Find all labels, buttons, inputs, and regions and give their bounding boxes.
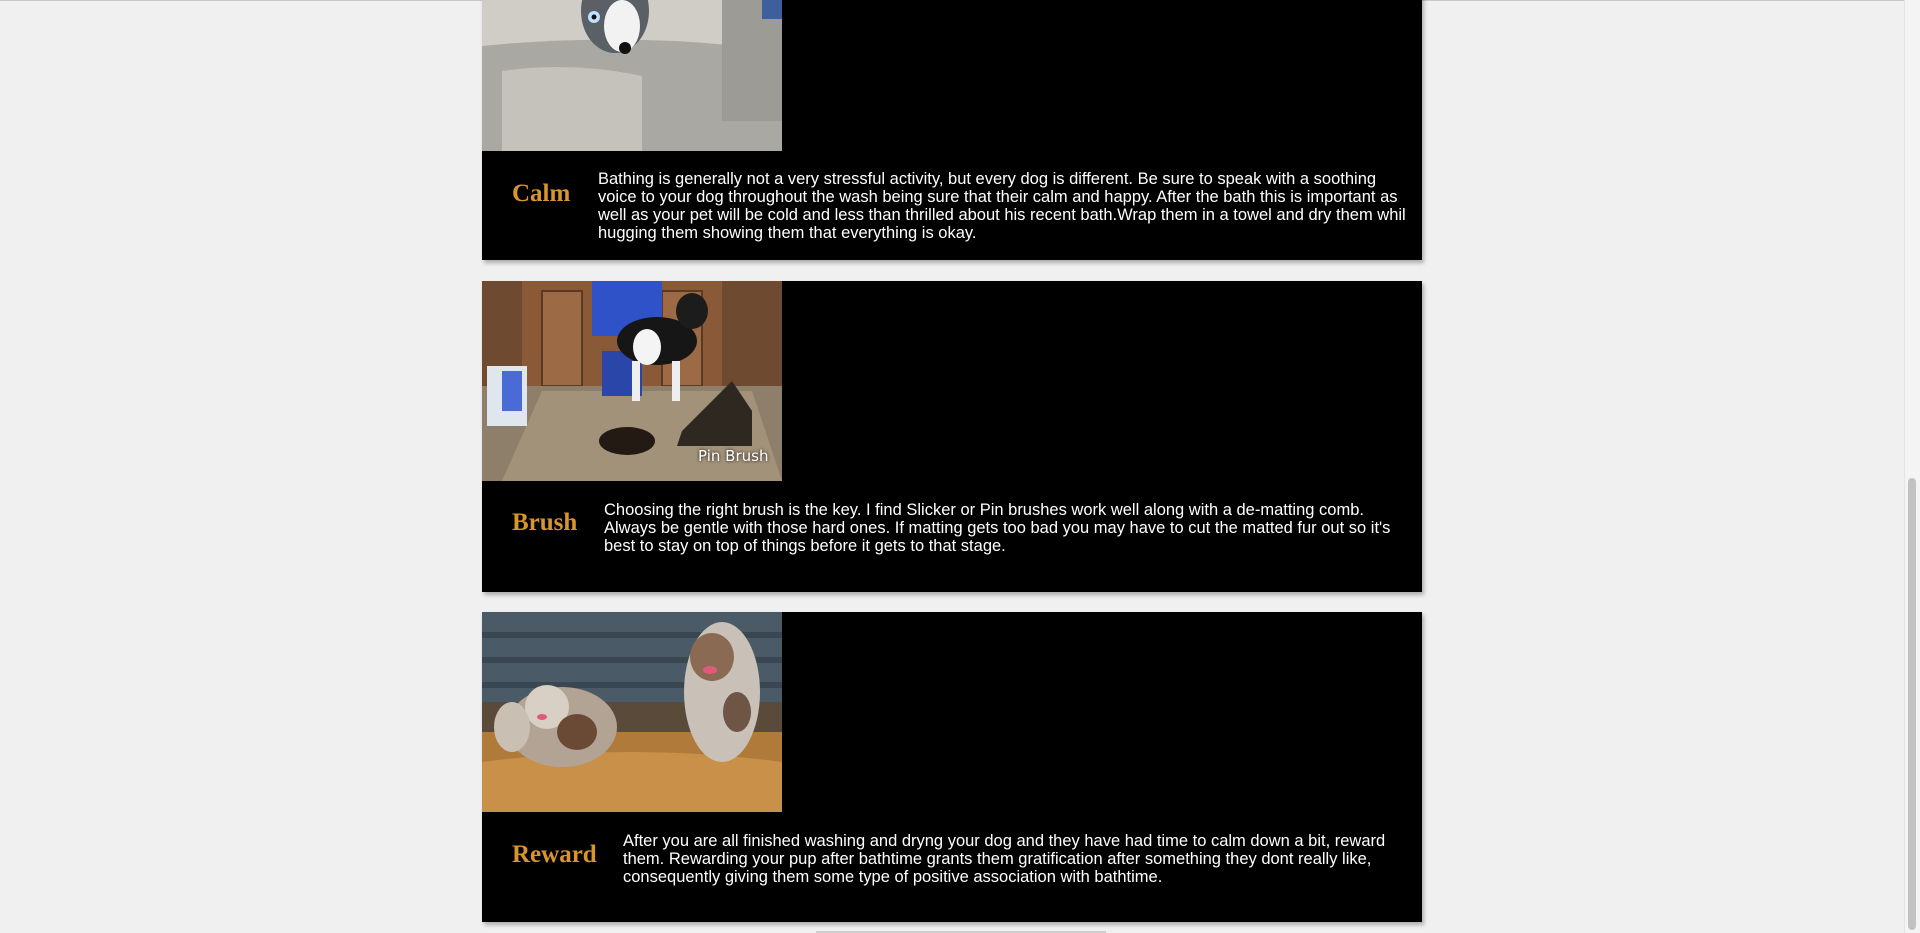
section-card-reward: Reward After you are all finished washin… bbox=[482, 612, 1422, 922]
section-title-reward: Reward bbox=[512, 841, 597, 868]
image-caption: Pin Brush bbox=[698, 447, 769, 465]
section-card-calm: Calm Bathing is generally not a very str… bbox=[482, 0, 1422, 260]
section-text-brush: Choosing the right brush is the key. I f… bbox=[604, 501, 1391, 555]
section-text-calm: Bathing is generally not a very stressfu… bbox=[598, 170, 1406, 242]
section-title-calm: Calm bbox=[512, 180, 571, 207]
section-card-brush: Pin Brush Brush Choosing the right brush… bbox=[482, 281, 1422, 592]
section-image-calm bbox=[482, 0, 782, 151]
dog-in-car-seat-photo bbox=[482, 0, 782, 151]
section-title-brush: Brush bbox=[512, 509, 578, 536]
dogs-running-outdoors-photo bbox=[482, 612, 782, 812]
section-image-reward bbox=[482, 612, 782, 812]
page-scrollbar-thumb[interactable] bbox=[1908, 478, 1916, 930]
section-text-reward: After you are all finished washing and d… bbox=[623, 832, 1386, 886]
